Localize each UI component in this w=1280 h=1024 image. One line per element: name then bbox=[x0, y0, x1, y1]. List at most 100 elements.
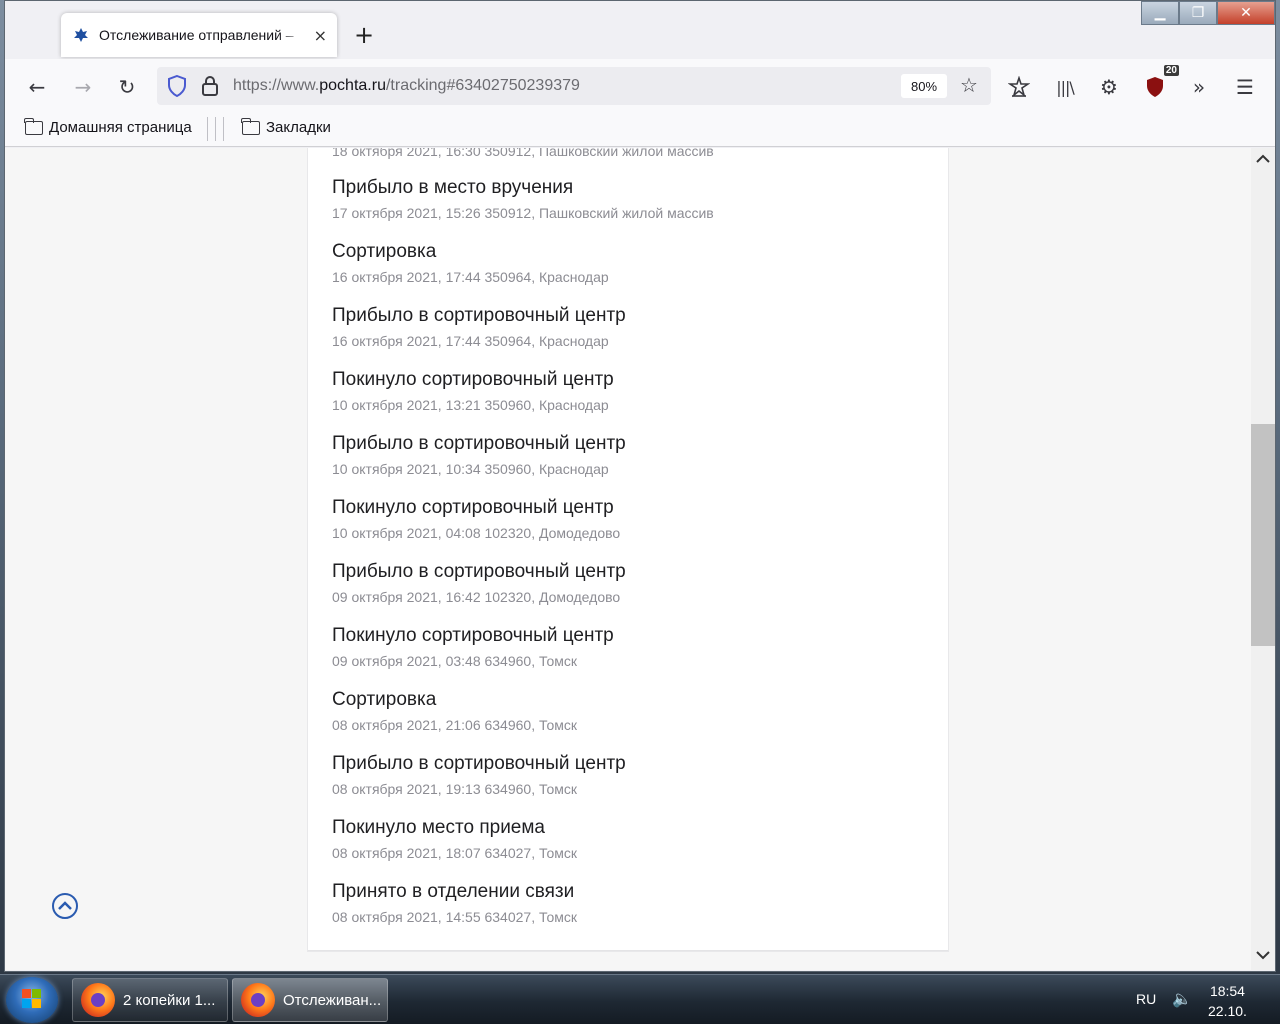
event-title: Покинуло сортировочный центр bbox=[332, 369, 614, 390]
event-title: Сортировка bbox=[332, 689, 437, 710]
tracking-event: Прибыло в место вручения 17 октября 2021,… bbox=[332, 177, 714, 221]
windows-logo-icon bbox=[22, 989, 42, 1009]
scroll-down-arrow-icon[interactable] bbox=[1255, 948, 1271, 964]
bookmark-separator bbox=[207, 117, 208, 141]
event-meta: 16 октября 2021, 17:44 350964, Краснодар bbox=[332, 333, 609, 349]
system-clock[interactable]: 18:54 22.10. bbox=[1208, 981, 1247, 1021]
tracking-protection-shield-icon[interactable] bbox=[167, 74, 187, 101]
ublock-extension-icon[interactable]: 20 bbox=[1139, 65, 1179, 103]
volume-icon[interactable]: 🔈 bbox=[1172, 989, 1192, 1008]
back-button[interactable]: ← bbox=[21, 71, 53, 103]
start-button[interactable] bbox=[6, 977, 58, 1023]
tracking-event: Покинуло сортировочный центр 10 октября 2… bbox=[332, 369, 614, 413]
tab-strip: Отслеживание отправлений – × + bbox=[5, 1, 1145, 59]
event-meta: 08 октября 2021, 19:13 634960, Томск bbox=[332, 781, 577, 797]
tab-close-icon[interactable]: × bbox=[314, 26, 327, 45]
card-divider bbox=[308, 950, 948, 951]
event-title: Покинуло место приема bbox=[332, 817, 545, 838]
firefox-icon bbox=[241, 983, 275, 1017]
tracking-event: Сортировка 08 октября 2021, 21:06 634960,… bbox=[332, 689, 577, 733]
event-meta: 09 октября 2021, 16:42 102320, Домодедов… bbox=[332, 589, 621, 605]
event-meta: 10 октября 2021, 10:34 350960, Краснодар bbox=[332, 461, 609, 477]
reload-button[interactable]: ↻ bbox=[111, 71, 143, 103]
url-bar[interactable]: https://www.pochta.ru/tracking#634027502… bbox=[157, 67, 991, 105]
pochta-favicon-icon bbox=[71, 25, 91, 45]
tab-tracking[interactable]: Отслеживание отправлений – × bbox=[61, 13, 337, 57]
overflow-chevrons-icon[interactable]: » bbox=[1183, 71, 1215, 103]
tracking-event: Прибыло в сортировочный центр 10 октября … bbox=[332, 433, 626, 477]
close-window-button[interactable]: ✕ bbox=[1217, 1, 1275, 25]
scroll-up-arrow-icon[interactable] bbox=[1255, 152, 1271, 168]
taskbar-item-label: Отслеживан... bbox=[283, 991, 382, 1009]
settings-gear-icon[interactable]: ⚙ bbox=[1093, 71, 1125, 103]
lock-icon[interactable] bbox=[201, 75, 219, 101]
library-icon[interactable]: |||\ bbox=[1049, 71, 1081, 103]
hamburger-menu-icon[interactable]: ☰ bbox=[1229, 71, 1261, 103]
tracking-event: Покинуло место приема 08 октября 2021, 18… bbox=[332, 817, 577, 861]
event-title: Прибыло в сортировочный центр bbox=[332, 753, 626, 774]
event-meta: 08 октября 2021, 21:06 634960, Томск bbox=[332, 717, 577, 733]
event-meta: 09 октября 2021, 03:48 634960, Томск bbox=[332, 653, 577, 669]
tracking-event: Покинуло сортировочный центр 10 октября 2… bbox=[332, 497, 620, 541]
minimize-button[interactable]: ▁ bbox=[1141, 1, 1179, 25]
taskbar: 2 копейки 1... Отслеживан... RU 🔈 18:54 … bbox=[0, 974, 1280, 1024]
page-content: 18 октября 2021, 16:30 350912, Пашковски… bbox=[5, 148, 1251, 970]
folder-icon bbox=[241, 117, 260, 135]
bookmark-label: Домашняя страница bbox=[49, 119, 192, 136]
event-meta: 16 октября 2021, 17:44 350964, Краснодар bbox=[332, 269, 609, 285]
event-title: Прибыло в сортировочный центр bbox=[332, 561, 626, 582]
tracking-event: Прибыло в сортировочный центр 09 октября … bbox=[332, 561, 626, 605]
tracking-event: Принято в отделении связи 08 октября 2021… bbox=[332, 881, 577, 925]
url-path: /tracking#63402750239379 bbox=[385, 77, 580, 94]
zoom-level-badge[interactable]: 80% bbox=[901, 74, 947, 98]
tab-title: Отслеживание отправлений – bbox=[99, 27, 294, 43]
event-meta: 18 октября 2021, 16:30 350912, Пашковски… bbox=[332, 148, 714, 159]
navigation-toolbar: ← → ↻ https://www.pochta.ru/tracking#634… bbox=[5, 59, 1275, 111]
url-host: pochta.ru bbox=[319, 77, 386, 94]
event-title: Прибыло в место вручения bbox=[332, 177, 574, 198]
scrollbar-thumb[interactable] bbox=[1251, 424, 1275, 646]
event-meta: 08 октября 2021, 18:07 634027, Томск bbox=[332, 845, 577, 861]
taskbar-item-firefox-2[interactable]: Отслеживан... bbox=[232, 978, 388, 1022]
maximize-button[interactable]: ❐ bbox=[1179, 1, 1217, 25]
event-meta: 08 октября 2021, 14:55 634027, Томск bbox=[332, 909, 577, 925]
url-text[interactable]: https://www.pochta.ru/tracking#634027502… bbox=[233, 77, 580, 95]
new-tab-button[interactable]: + bbox=[350, 21, 378, 49]
bookmarks-toolbar: Домашняя страница Закладки bbox=[5, 111, 1275, 147]
bookmark-separator bbox=[223, 117, 224, 141]
tracking-history-card: 18 октября 2021, 16:30 350912, Пашковски… bbox=[307, 148, 949, 952]
event-title: Принято в отделении связи bbox=[332, 881, 575, 902]
bookmark-star-icon[interactable]: ☆ bbox=[955, 73, 983, 99]
taskbar-item-label: 2 копейки 1... bbox=[123, 991, 216, 1009]
window-controls: ▁ ❐ ✕ bbox=[1141, 1, 1275, 25]
firefox-icon bbox=[81, 983, 115, 1017]
event-meta: 17 октября 2021, 15:26 350912, Пашковски… bbox=[332, 205, 714, 221]
forward-button[interactable]: → bbox=[67, 71, 99, 103]
folder-icon bbox=[24, 117, 43, 135]
bookmark-home[interactable]: Домашняя страница bbox=[24, 117, 192, 136]
tracking-event: Прибыло в сортировочный центр 16 октября … bbox=[332, 305, 626, 349]
tracking-event-partial: 18 октября 2021, 16:30 350912, Пашковски… bbox=[332, 148, 714, 159]
event-meta: 10 октября 2021, 13:21 350960, Краснодар bbox=[332, 397, 609, 413]
taskbar-item-firefox-1[interactable]: 2 копейки 1... bbox=[72, 978, 228, 1022]
pocket-icon[interactable] bbox=[1003, 71, 1035, 103]
event-meta: 10 октября 2021, 04:08 102320, Домодедов… bbox=[332, 525, 621, 541]
bookmark-label: Закладки bbox=[266, 119, 331, 136]
url-prefix: https://www. bbox=[233, 77, 320, 94]
event-title: Покинуло сортировочный центр bbox=[332, 497, 614, 518]
language-indicator[interactable]: RU bbox=[1136, 991, 1156, 1007]
tracking-event: Прибыло в сортировочный центр 08 октября … bbox=[332, 753, 626, 797]
clock-time: 18:54 bbox=[1209, 983, 1245, 999]
browser-window: ▁ ❐ ✕ Отслеживание отправлений – × + ← →… bbox=[4, 0, 1276, 972]
ublock-count-badge: 20 bbox=[1163, 65, 1179, 76]
event-title: Покинуло сортировочный центр bbox=[332, 625, 614, 646]
bookmark-separator bbox=[215, 117, 216, 141]
tracking-event: Сортировка 16 октября 2021, 17:44 350964,… bbox=[332, 241, 609, 285]
scroll-to-top-button[interactable] bbox=[52, 893, 78, 919]
vertical-scrollbar[interactable] bbox=[1251, 148, 1275, 970]
clock-date: 22.10. bbox=[1208, 1003, 1247, 1019]
bookmark-bookmarks-folder[interactable]: Закладки bbox=[241, 117, 331, 136]
event-title: Прибыло в сортировочный центр bbox=[332, 433, 626, 454]
tracking-event: Покинуло сортировочный центр 09 октября 2… bbox=[332, 625, 614, 669]
event-title: Прибыло в сортировочный центр bbox=[332, 305, 626, 326]
